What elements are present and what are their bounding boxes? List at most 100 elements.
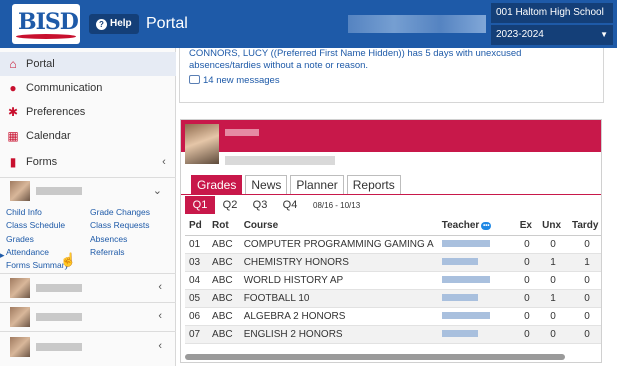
student-toggle[interactable]: ‹	[0, 304, 176, 330]
new-messages-link[interactable]: 14 new messages	[189, 75, 280, 86]
cell-tardy[interactable]: 0	[567, 325, 601, 344]
sidebar-item-forms[interactable]: ▮ Forms ‹	[0, 150, 176, 174]
table-row[interactable]: 07 ABC ENGLISH 2 HONORS 0 0 0	[185, 325, 601, 344]
table-row[interactable]: 05ABCFOOTBALL 100101(	[185, 289, 601, 308]
cell-unexcused[interactable]: 0	[538, 235, 568, 254]
tab-underline	[181, 194, 601, 195]
horizontal-scrollbar[interactable]	[185, 354, 565, 360]
column-header-rot[interactable]: Rot	[208, 217, 240, 236]
cell-tardy[interactable]: 0	[567, 307, 601, 326]
cell-teacher[interactable]	[437, 235, 516, 254]
cell-tardy[interactable]: 0	[567, 271, 601, 290]
message-text[interactable]: CONNORS, LUCY ((Preferred First Name Hid…	[189, 48, 584, 72]
avatar	[10, 307, 30, 327]
cell-rotation: ABC	[208, 253, 240, 272]
cell-teacher[interactable]	[437, 271, 516, 290]
column-header-pd[interactable]: Pd	[185, 217, 209, 236]
link-class-schedule[interactable]: Class Schedule	[6, 220, 65, 230]
sidebar-divider	[0, 273, 176, 274]
sidebar-item-label: Portal	[26, 58, 55, 70]
column-header-unx[interactable]: Unx	[538, 217, 568, 236]
teacher-name-redacted	[441, 276, 490, 284]
quarter-q2[interactable]: Q2	[215, 196, 245, 214]
tab-planner[interactable]: Planner	[290, 175, 344, 194]
cell-unexcused[interactable]: 0	[538, 271, 568, 290]
cell-course[interactable]: ALGEBRA 2 HONORS	[239, 307, 438, 326]
year-selector[interactable]: 2023-2024 ▼	[491, 25, 613, 45]
sidebar-item-communication[interactable]: ● Communication	[0, 76, 176, 100]
cell-course[interactable]: COMPUTER PROGRAMMING GAMING A	[239, 235, 438, 254]
link-child-info[interactable]: Child Info	[6, 207, 42, 217]
cell-excused[interactable]: 0	[515, 325, 539, 344]
column-header-teacher[interactable]: Teacher •••	[437, 217, 516, 236]
column-header-tardy[interactable]: Tardy	[567, 217, 601, 236]
cell-course[interactable]: FOOTBALL 10	[239, 289, 438, 308]
cell-teacher[interactable]	[437, 325, 516, 344]
cell-excused[interactable]: 0	[515, 289, 539, 308]
cell-course[interactable]: ENGLISH 2 HONORS	[239, 325, 438, 344]
cell-unexcused[interactable]: 1	[538, 289, 568, 308]
district-logo[interactable]: BISD	[12, 4, 80, 44]
quarter-q4[interactable]: Q4	[275, 196, 305, 214]
cell-excused[interactable]: 0	[515, 271, 539, 290]
link-referrals[interactable]: Referrals	[90, 247, 124, 257]
cell-period: 04	[185, 271, 209, 290]
chevron-left-icon: ‹	[162, 156, 166, 168]
cell-excused[interactable]: 0	[515, 235, 539, 254]
teacher-name-redacted	[441, 258, 478, 266]
column-header-ex[interactable]: Ex	[515, 217, 539, 236]
cell-course[interactable]: WORLD HISTORY AP	[239, 271, 438, 290]
column-header-teacher-label: Teacher	[441, 220, 480, 232]
tab-grades[interactable]: Grades	[191, 175, 243, 194]
user-name-redacted[interactable]	[348, 15, 486, 33]
sidebar-item-portal[interactable]: ⌂ Portal	[0, 52, 176, 76]
cell-tardy[interactable]: 0	[567, 235, 601, 254]
student-toggle-expanded[interactable]: ⌄	[0, 178, 176, 204]
table-row[interactable]: 01ABCCOMPUTER PROGRAMMING GAMING A0001(	[185, 235, 601, 254]
help-button[interactable]: ? Help	[89, 14, 139, 34]
hand-pointer-icon: ☝	[60, 252, 77, 267]
cell-course[interactable]: CHEMISTRY HONORS	[239, 253, 438, 272]
student-toggle[interactable]: ‹	[0, 334, 176, 360]
school-selector[interactable]: 001 Haltom High School	[491, 3, 613, 23]
column-header-course[interactable]: Course	[239, 217, 438, 236]
table-row[interactable]: 03 ABC CHEMISTRY HONORS 0 1 1	[185, 253, 601, 272]
table-row[interactable]: 06 ABC ALGEBRA 2 HONORS 0 0 0	[185, 307, 601, 326]
cell-rotation: ABC	[208, 325, 240, 344]
cell-teacher[interactable]	[437, 307, 516, 326]
tab-reports[interactable]: Reports	[346, 175, 401, 194]
help-label: Help	[110, 18, 132, 29]
link-grades[interactable]: Grades	[6, 234, 34, 244]
student-name-redacted	[225, 129, 259, 136]
cell-unexcused[interactable]: 0	[538, 325, 568, 344]
cell-teacher[interactable]	[437, 253, 516, 272]
cell-excused[interactable]: 0	[515, 253, 539, 272]
sidebar-divider	[0, 331, 176, 332]
document-icon: ▮	[9, 155, 17, 169]
cell-tardy[interactable]: 0	[567, 289, 601, 308]
cell-teacher[interactable]	[437, 289, 516, 308]
link-absences[interactable]: Absences	[90, 234, 127, 244]
student-toggle[interactable]: ‹	[0, 275, 176, 301]
question-icon: ?	[96, 19, 107, 30]
avatar	[10, 337, 30, 357]
link-class-requests[interactable]: Class Requests	[90, 220, 150, 230]
cell-unexcused[interactable]: 0	[538, 307, 568, 326]
tab-news[interactable]: News	[245, 175, 288, 194]
cell-unexcused[interactable]: 1	[538, 253, 568, 272]
new-messages-label: 14 new messages	[203, 75, 280, 86]
sidebar-item-label: Preferences	[26, 106, 86, 118]
sidebar-item-calendar[interactable]: ▦ Calendar	[0, 124, 176, 148]
cell-tardy[interactable]: 1	[567, 253, 601, 272]
cell-excused[interactable]: 0	[515, 307, 539, 326]
table-row[interactable]: 04 ABC WORLD HISTORY AP 0 0 0	[185, 271, 601, 290]
link-attendance[interactable]: Attendance	[6, 247, 49, 257]
sidebar-divider	[0, 302, 176, 303]
quarter-q1[interactable]: Q1	[185, 196, 215, 214]
top-bar: BISD ? Help Portal 001 Haltom High School…	[0, 0, 617, 48]
sidebar-item-preferences[interactable]: ✱ Preferences	[0, 100, 176, 124]
message-teacher-icon: •••	[481, 221, 492, 230]
quarter-q3[interactable]: Q3	[245, 196, 275, 214]
avatar	[185, 124, 219, 164]
link-grade-changes[interactable]: Grade Changes	[90, 207, 150, 217]
